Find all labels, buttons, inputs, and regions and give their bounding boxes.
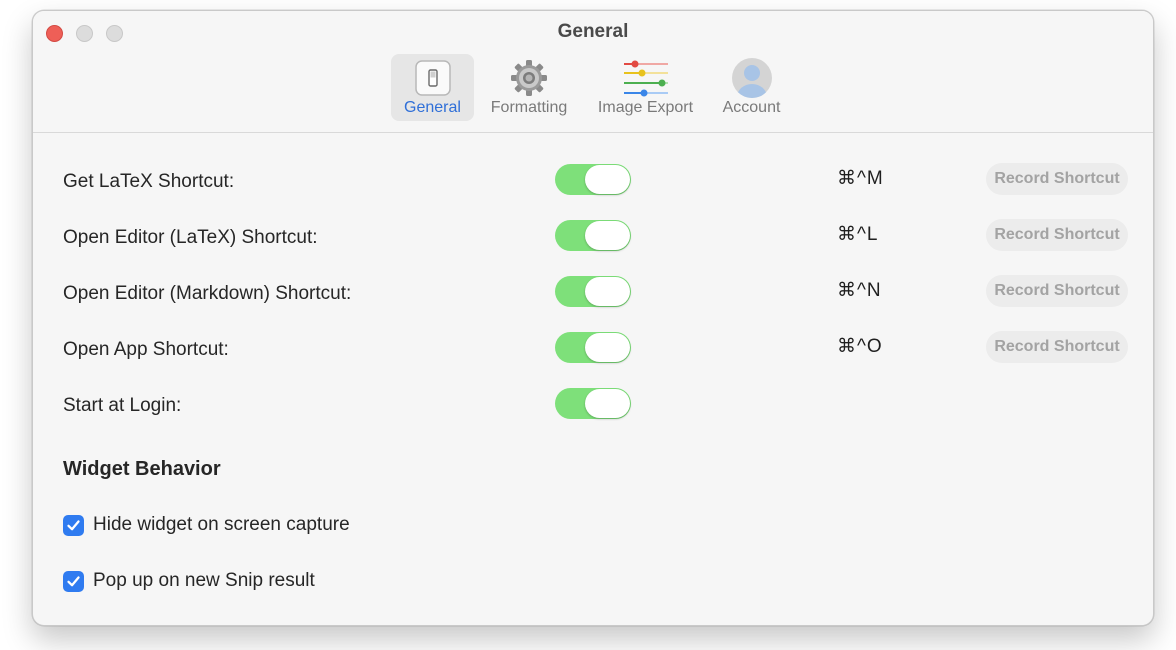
window-title: General xyxy=(557,21,629,42)
hide-widget-option[interactable]: Hide widget on screen capture xyxy=(63,514,350,536)
preferences-window: General General Formatting Image Export … xyxy=(32,10,1154,626)
start-at-login-label: Start at Login: xyxy=(63,395,182,416)
hide-widget-checkbox[interactable] xyxy=(63,514,84,536)
tab-general-label: General xyxy=(404,99,461,116)
popup-on-snip-label: Pop up on new Snip result xyxy=(93,570,315,591)
open-app-shortcut-toggle[interactable] xyxy=(555,332,631,363)
open-editor-markdown-shortcut-keys: ⌘^N xyxy=(837,280,882,301)
open-editor-markdown-shortcut-label: Open Editor (Markdown) Shortcut: xyxy=(63,283,352,304)
checkmark-icon xyxy=(67,575,80,586)
open-editor-latex-shortcut-keys: ⌘^L xyxy=(837,224,879,245)
popup-on-snip-option[interactable]: Pop up on new Snip result xyxy=(63,570,315,592)
record-open-editor-markdown-shortcut-button[interactable]: Record Shortcut xyxy=(986,275,1128,307)
tab-formatting-label: Formatting xyxy=(490,99,568,116)
get-latex-shortcut-toggle[interactable] xyxy=(555,164,631,195)
user-avatar-icon xyxy=(731,58,772,98)
get-latex-shortcut-keys: ⌘^M xyxy=(837,168,884,189)
tab-formatting[interactable]: Formatting xyxy=(484,54,574,121)
record-open-editor-latex-shortcut-button[interactable]: Record Shortcut xyxy=(986,219,1128,251)
popup-on-snip-checkbox[interactable] xyxy=(63,570,84,592)
record-open-app-shortcut-button[interactable]: Record Shortcut xyxy=(986,331,1128,363)
tab-general[interactable]: General xyxy=(391,54,474,121)
hide-widget-label: Hide widget on screen capture xyxy=(93,514,350,535)
tab-image-export[interactable]: Image Export xyxy=(590,54,701,121)
open-app-shortcut-label: Open App Shortcut: xyxy=(63,339,229,360)
open-app-shortcut-keys: ⌘^O xyxy=(837,336,883,357)
sliders-icon xyxy=(623,59,668,97)
tab-image-export-label: Image Export xyxy=(597,99,694,116)
widget-behavior-heading: Widget Behavior xyxy=(63,458,221,480)
open-editor-latex-shortcut-toggle[interactable] xyxy=(555,220,631,251)
switch-icon xyxy=(414,59,452,97)
open-editor-markdown-shortcut-toggle[interactable] xyxy=(555,276,631,307)
titlebar: General General Formatting Image Export … xyxy=(33,11,1153,133)
general-settings-panel: Get LaTeX Shortcut: ⌘^M Record Shortcut … xyxy=(33,133,1153,625)
record-get-latex-shortcut-button[interactable]: Record Shortcut xyxy=(986,163,1128,195)
get-latex-shortcut-label: Get LaTeX Shortcut: xyxy=(63,171,235,192)
gear-icon xyxy=(510,59,548,97)
open-editor-latex-shortcut-label: Open Editor (LaTeX) Shortcut: xyxy=(63,227,318,248)
tab-account[interactable]: Account xyxy=(713,54,790,121)
checkmark-icon xyxy=(67,519,80,530)
tab-account-label: Account xyxy=(722,99,781,116)
start-at-login-toggle[interactable] xyxy=(555,388,631,419)
